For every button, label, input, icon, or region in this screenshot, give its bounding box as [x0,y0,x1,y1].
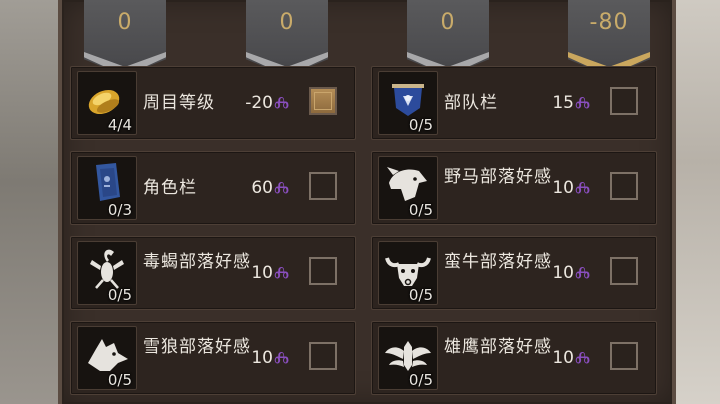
banner-value: 0 [117,10,133,35]
blue-banner-icon: 0/5 [378,71,438,135]
eagle-emblem-icon: 0/5 [378,326,438,390]
option-cost: 10 Ⰾ [251,348,289,368]
currency-mark-icon: Ⰾ [273,345,289,369]
cost-value: 10 [552,263,574,283]
cost-value: 10 [251,348,273,368]
item-count: 0/3 [107,201,132,219]
option-card-character-slot[interactable]: 0/3 角色栏 60 Ⰾ [70,151,356,225]
panel-rim-right [672,0,676,404]
wild-horse-emblem-icon: 0/5 [378,156,438,220]
option-label: 雄鹰部落好感 [444,337,552,357]
currency-mark-icon: Ⰾ [273,175,289,199]
option-cost: -20 Ⰾ [245,93,289,113]
option-cost: 10 Ⰾ [552,348,590,368]
scorpion-emblem-icon: 0/5 [77,241,137,305]
option-label: 部队栏 [444,93,498,113]
item-count: 0/5 [408,201,433,219]
option-label: 毒蝎部落好感 [143,252,251,272]
cost-value: 60 [251,178,273,198]
banner-value: -80 [589,10,629,35]
option-cost: 10 Ⰾ [552,178,590,198]
wolf-emblem-icon: 0/5 [77,326,137,390]
option-cost: 10 Ⰾ [552,263,590,283]
option-card-snow-wolf-tribe[interactable]: 0/5 雪狼部落好感 10 Ⰾ [70,321,356,395]
currency-mark-icon: Ⰾ [574,175,590,199]
currency-mark-icon: Ⰾ [574,345,590,369]
option-card-cycle-level[interactable]: 4/4 周目等级 -20 Ⰾ [70,66,356,140]
background-left [0,0,62,404]
banner-value: 0 [279,10,295,35]
item-count: 4/4 [107,116,132,134]
currency-mark-icon: Ⰾ [574,90,590,114]
option-label: 蛮牛部落好感 [444,252,552,272]
option-checkbox[interactable] [610,172,638,200]
currency-mark-icon: Ⰾ [273,260,289,284]
option-label: 周目等级 [143,93,215,113]
option-card-wild-horse-tribe[interactable]: 0/5 野马部落好感 10 Ⰾ [371,151,657,225]
cost-value: 15 [552,93,574,113]
background-right [672,0,720,404]
option-checkbox[interactable] [610,87,638,115]
option-checkbox[interactable] [309,257,337,285]
option-checkbox[interactable] [309,342,337,370]
cost-value: 10 [251,263,273,283]
cost-value: 10 [552,178,574,198]
blue-scroll-icon: 0/3 [77,156,137,220]
item-count: 0/5 [408,286,433,304]
currency-mark-icon: Ⰾ [273,90,289,114]
option-card-scorpion-tribe[interactable]: 0/5 毒蝎部落好感 10 Ⰾ [70,236,356,310]
option-checkbox[interactable] [309,172,337,200]
option-checkbox[interactable] [610,257,638,285]
item-count: 0/5 [408,116,433,134]
option-cost: 60 Ⰾ [251,178,289,198]
option-label: 雪狼部落好感 [143,337,251,357]
currency-mark-icon: Ⰾ [574,260,590,284]
option-checkbox[interactable] [309,87,337,115]
option-cost: 15 Ⰾ [552,93,590,113]
option-card-eagle-tribe[interactable]: 0/5 雄鹰部落好感 10 Ⰾ [371,321,657,395]
option-card-bull-tribe[interactable]: 0/5 蛮牛部落好感 10 Ⰾ [371,236,657,310]
option-cost: 10 Ⰾ [251,263,289,283]
cost-value: -20 [245,93,273,113]
option-card-troop-slot[interactable]: 0/5 部队栏 15 Ⰾ [371,66,657,140]
option-label: 野马部落好感 [444,167,552,187]
item-count: 0/5 [107,371,132,389]
option-label: 角色栏 [143,178,197,198]
item-count: 0/5 [408,371,433,389]
banner-value: 0 [440,10,456,35]
gold-ingot-icon: 4/4 [77,71,137,135]
bull-emblem-icon: 0/5 [378,241,438,305]
item-count: 0/5 [107,286,132,304]
cost-value: 10 [552,348,574,368]
option-checkbox[interactable] [610,342,638,370]
